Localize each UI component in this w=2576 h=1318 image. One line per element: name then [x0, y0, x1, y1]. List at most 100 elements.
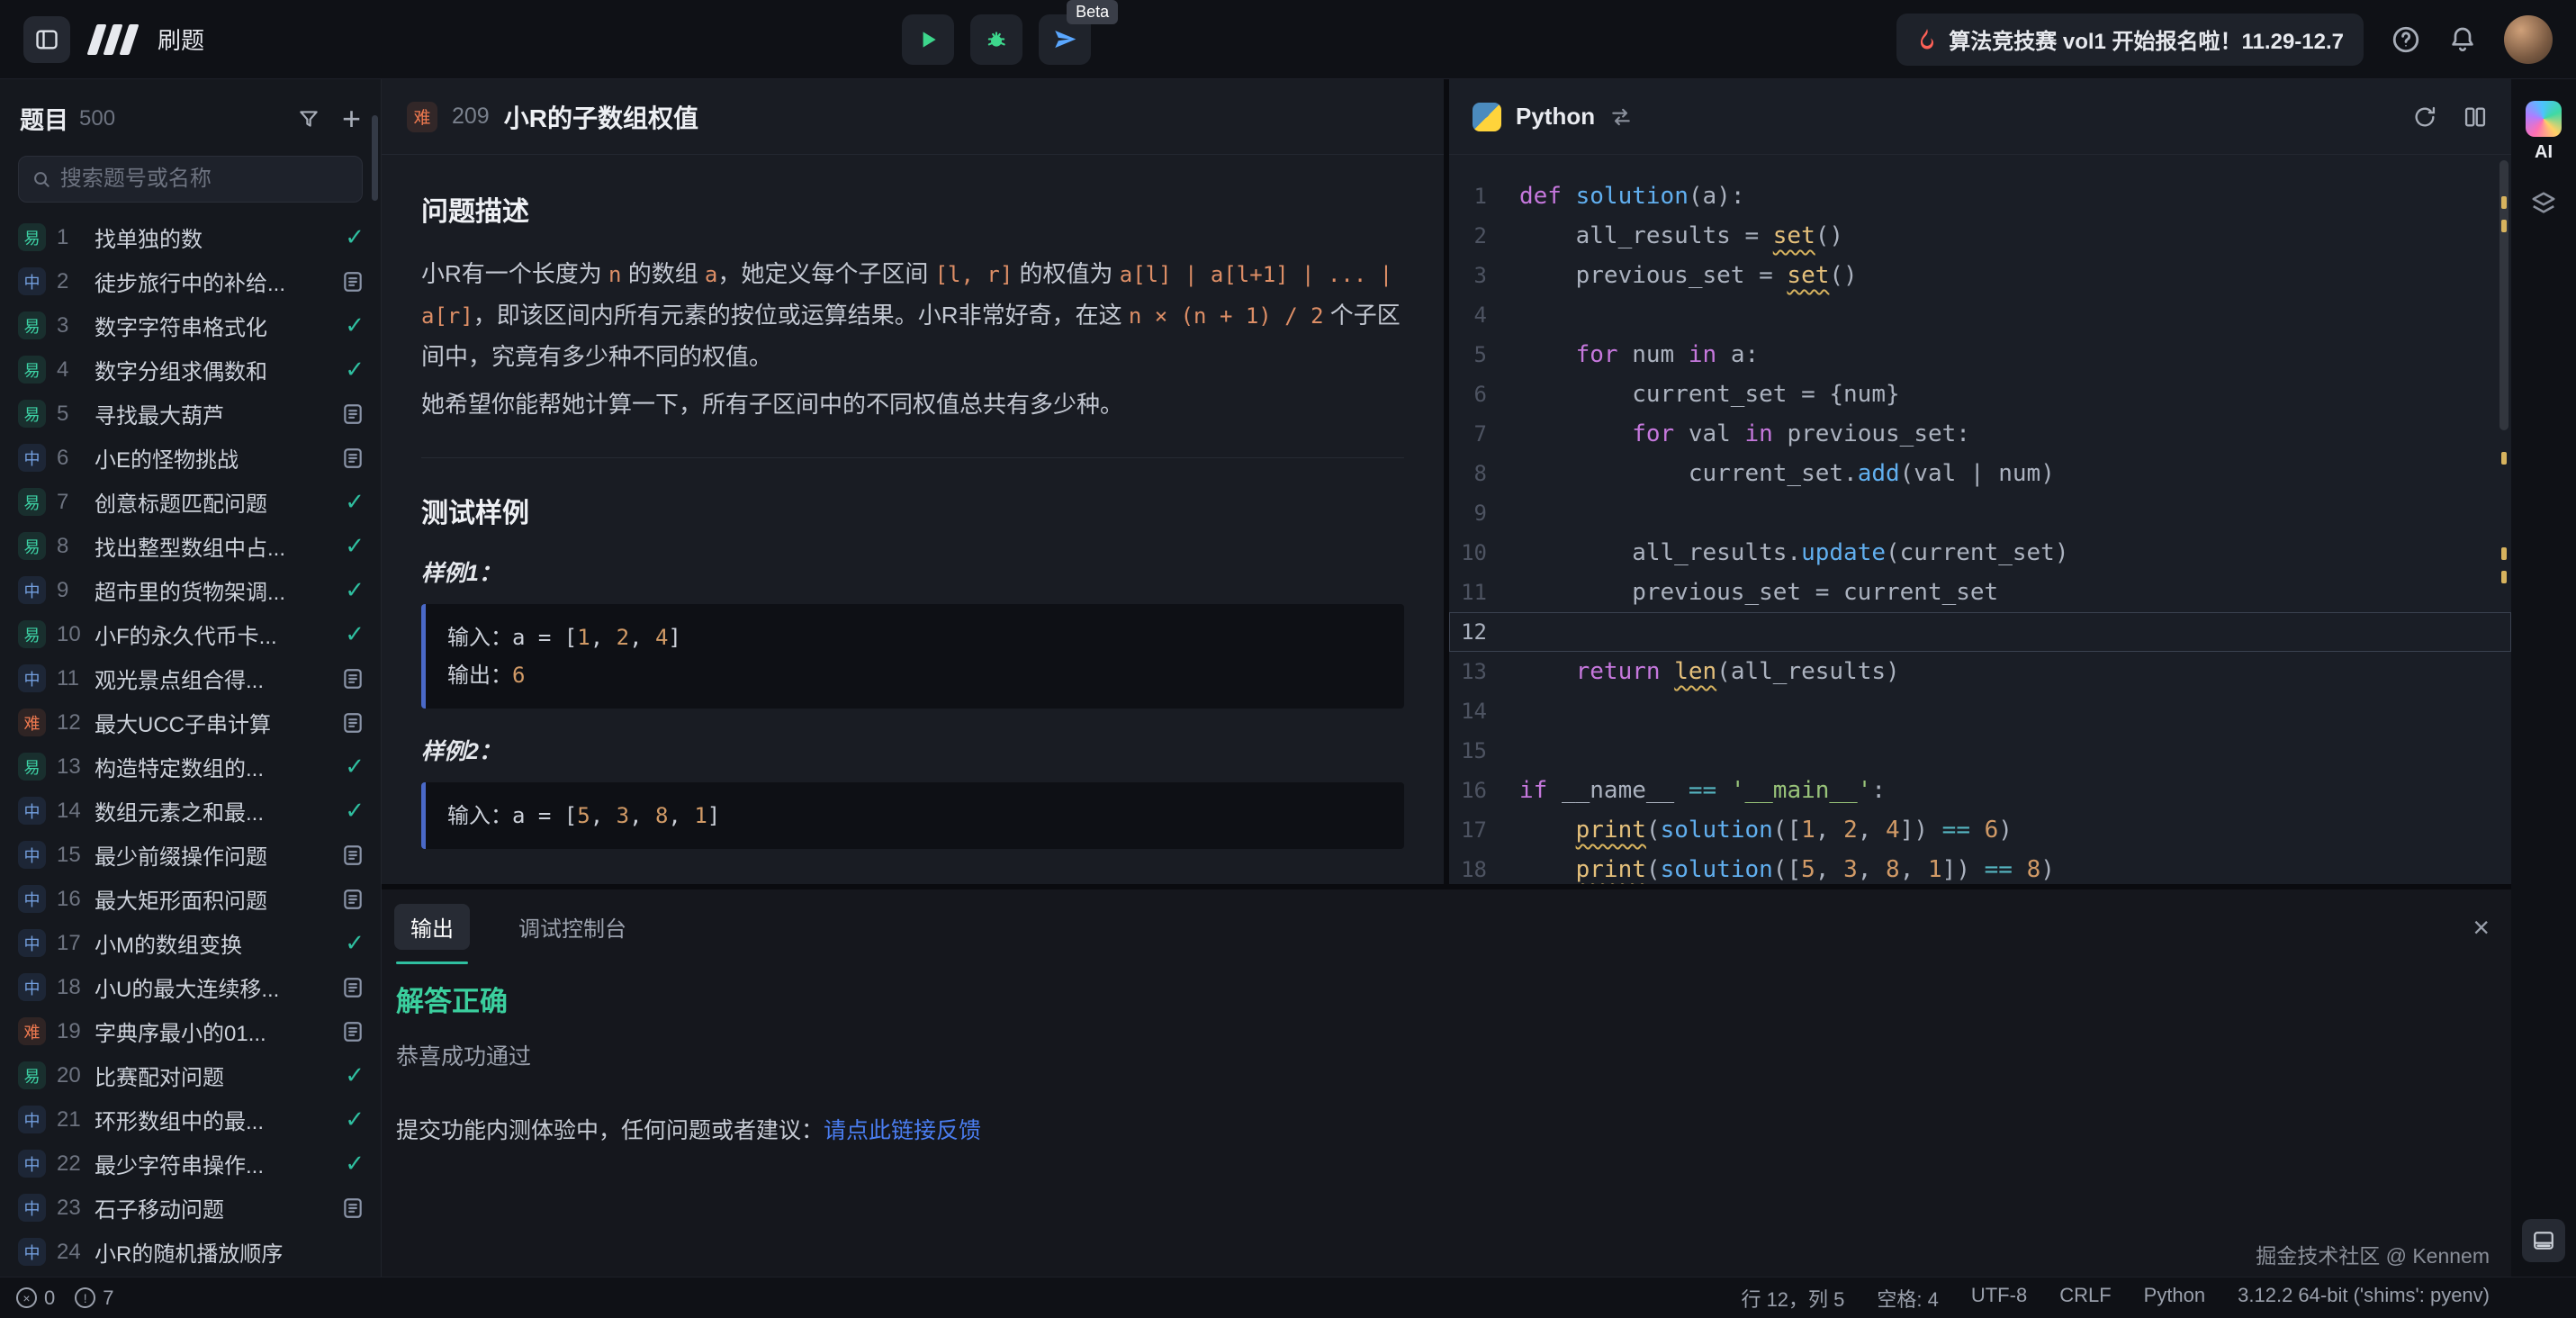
output-panel: 输出 调试控制台 × 解答正确 恭喜成功通过 提交功能内测体验中，任何问题或者建…	[382, 889, 2511, 1277]
problem-title: 找单独的数	[95, 221, 334, 253]
problem-list-item[interactable]: 中21环形数组中的最...✓	[0, 1097, 381, 1142]
problem-list-item[interactable]: 中9超市里的货物架调...✓	[0, 568, 381, 612]
tab-output[interactable]: 输出	[394, 904, 470, 950]
problem-list-item[interactable]: 中24小R的随机播放顺序	[0, 1230, 381, 1274]
code-line-13[interactable]: 13 return len(all_results)	[1449, 652, 2511, 691]
eol-setting[interactable]: CRLF	[2059, 1284, 2111, 1313]
problem-list-item[interactable]: 中15最少前缀操作问题	[0, 833, 381, 877]
toggle-bottom-panel-button[interactable]	[2522, 1219, 2565, 1262]
code-line-11[interactable]: 11 previous_set = current_set	[1449, 573, 2511, 612]
code-line-14[interactable]: 14	[1449, 691, 2511, 731]
add-problem-button[interactable]: +	[342, 107, 361, 131]
code-line-18[interactable]: 18 print(solution([5, 3, 8, 1]) == 8)	[1449, 850, 2511, 884]
code-line-6[interactable]: 6 current_set = {num}	[1449, 375, 2511, 414]
close-panel-icon[interactable]: ×	[2472, 913, 2490, 942]
user-avatar[interactable]	[2504, 15, 2553, 64]
problem-list-item[interactable]: 中23石子移动问题	[0, 1186, 381, 1230]
problem-count: 500	[79, 106, 115, 131]
debug-button[interactable]	[970, 14, 1022, 65]
code-line-12[interactable]: 12	[1449, 612, 2511, 652]
difficulty-badge: 中	[18, 885, 46, 913]
problem-list-item[interactable]: 易8找出整型数组中占...✓	[0, 524, 381, 568]
app-root: 刷题 Beta 算法竞技赛 vol1 开始报名啦！11.29-12.7	[0, 0, 2576, 1318]
filter-button[interactable]	[297, 107, 320, 131]
encoding-setting[interactable]: UTF-8	[1971, 1284, 2027, 1313]
reset-code-button[interactable]	[2412, 104, 2437, 130]
code-line-17[interactable]: 17 print(solution([1, 2, 4]) == 6)	[1449, 810, 2511, 850]
language-switch-button[interactable]	[1609, 105, 1633, 129]
description-paragraph: 小R有一个长度为 n 的数组 a，她定义每个子区间 [l, r] 的权值为 a[…	[421, 254, 1404, 377]
code-editor[interactable]: 1def solution(a):2 all_results = set()3 …	[1449, 155, 2511, 884]
code-line-16[interactable]: 16if __name__ == '__main__':	[1449, 771, 2511, 810]
problem-list-item[interactable]: 中6小E的怪物挑战	[0, 436, 381, 480]
language-mode[interactable]: Python	[2144, 1284, 2206, 1313]
problem-list-item[interactable]: 易3数字字符串格式化✓	[0, 303, 381, 348]
notifications-button[interactable]	[2448, 25, 2477, 54]
code-line-2[interactable]: 2 all_results = set()	[1449, 216, 2511, 256]
cursor-position[interactable]: 行 12，列 5	[1741, 1284, 1844, 1313]
problem-list-item[interactable]: 难12最大UCC子串计算	[0, 700, 381, 745]
errors-indicator[interactable]: × 0	[16, 1286, 55, 1310]
search-input[interactable]	[60, 167, 349, 192]
solved-check-icon: ✓	[345, 1150, 365, 1178]
problem-number: 7	[57, 490, 84, 515]
inline-code: n	[608, 262, 621, 287]
problem-list-item[interactable]: 易20比赛配对问题✓	[0, 1053, 381, 1097]
code-line-4[interactable]: 4	[1449, 295, 2511, 335]
text-segment: 的数组	[621, 260, 704, 287]
warning-marker	[2501, 547, 2507, 560]
editor-panel: Python	[1449, 79, 2511, 884]
solved-check-icon: ✓	[345, 223, 365, 251]
problem-title: 最少字符串操作...	[95, 1148, 334, 1179]
problem-list-item[interactable]: 中18小U的最大连续移...	[0, 965, 381, 1009]
help-icon	[2391, 24, 2421, 55]
line-number: 15	[1449, 731, 1519, 771]
problem-number: 4	[57, 357, 84, 383]
code-line-15[interactable]: 15	[1449, 731, 2511, 771]
problem-list-item[interactable]: 易5寻找最大葫芦	[0, 392, 381, 436]
submit-button[interactable]: Beta	[1039, 14, 1091, 65]
code-line-3[interactable]: 3 previous_set = set()	[1449, 256, 2511, 295]
split-view-button[interactable]	[2463, 104, 2488, 130]
problem-number: 6	[57, 446, 84, 471]
ai-assistant-icon[interactable]	[2526, 101, 2562, 137]
problem-list-item[interactable]: 中22最少字符串操作...✓	[0, 1142, 381, 1186]
contest-banner[interactable]: 算法竞技赛 vol1 开始报名啦！11.29-12.7	[1896, 14, 2364, 66]
tab-debug-console[interactable]: 调试控制台	[502, 904, 643, 950]
code-line-8[interactable]: 8 current_set.add(val | num)	[1449, 454, 2511, 493]
problem-list-item[interactable]: 中16最大矩形面积问题	[0, 877, 381, 921]
sidebar-scrollbar-thumb[interactable]	[372, 115, 378, 201]
problem-title: 环形数组中的最...	[95, 1104, 334, 1135]
run-button[interactable]	[902, 14, 954, 65]
attempted-doc-icon	[341, 667, 365, 691]
warnings-indicator[interactable]: ! 7	[75, 1286, 113, 1310]
problem-list-item[interactable]: 易1找单独的数✓	[0, 215, 381, 259]
plugin-button[interactable]	[2530, 190, 2557, 217]
code-line-9[interactable]: 9	[1449, 493, 2511, 533]
feedback-link[interactable]: 请点此链接反馈	[824, 1118, 981, 1143]
problem-number: 10	[57, 622, 84, 647]
interpreter-info[interactable]: 3.12.2 64-bit ('shims': pyenv)	[2238, 1284, 2490, 1313]
code-line-7[interactable]: 7 for val in previous_set:	[1449, 414, 2511, 454]
problem-list-item[interactable]: 易13构造特定数组的...✓	[0, 745, 381, 789]
indentation-setting[interactable]: 空格: 4	[1877, 1284, 1938, 1313]
problem-list-item[interactable]: 中11观光景点组合得...	[0, 656, 381, 700]
layers-icon	[2530, 190, 2557, 217]
problem-list-item[interactable]: 易4数字分组求偶数和✓	[0, 348, 381, 392]
problem-list-item[interactable]: 易7创意标题匹配问题✓	[0, 480, 381, 524]
problem-list-item[interactable]: 中17小M的数组变换✓	[0, 921, 381, 965]
swap-arrows-icon	[1609, 105, 1633, 129]
problem-sidebar: 题目 500 + 易1找单独的数✓中2徒步旅行中的补给...易3数字字符串格式化…	[0, 79, 382, 1277]
problem-list-item[interactable]: 中14数组元素之和最...✓	[0, 789, 381, 833]
help-button[interactable]	[2391, 24, 2421, 55]
main-area: 题目 500 + 易1找单独的数✓中2徒步旅行中的补给...易3数字字符串格式化…	[0, 79, 2576, 1277]
code-line-1[interactable]: 1def solution(a):	[1449, 176, 2511, 216]
difficulty-badge: 中	[18, 444, 46, 472]
code-line-5[interactable]: 5 for num in a:	[1449, 335, 2511, 375]
code-line-10[interactable]: 10 all_results.update(current_set)	[1449, 533, 2511, 573]
problem-list-item[interactable]: 易10小F的永久代币卡...✓	[0, 612, 381, 656]
problem-list-item[interactable]: 中2徒步旅行中的补给...	[0, 259, 381, 303]
difficulty-badge: 难	[18, 1017, 46, 1045]
workspace-switcher-button[interactable]	[23, 16, 70, 63]
problem-list-item[interactable]: 难19字典序最小的01...	[0, 1009, 381, 1053]
